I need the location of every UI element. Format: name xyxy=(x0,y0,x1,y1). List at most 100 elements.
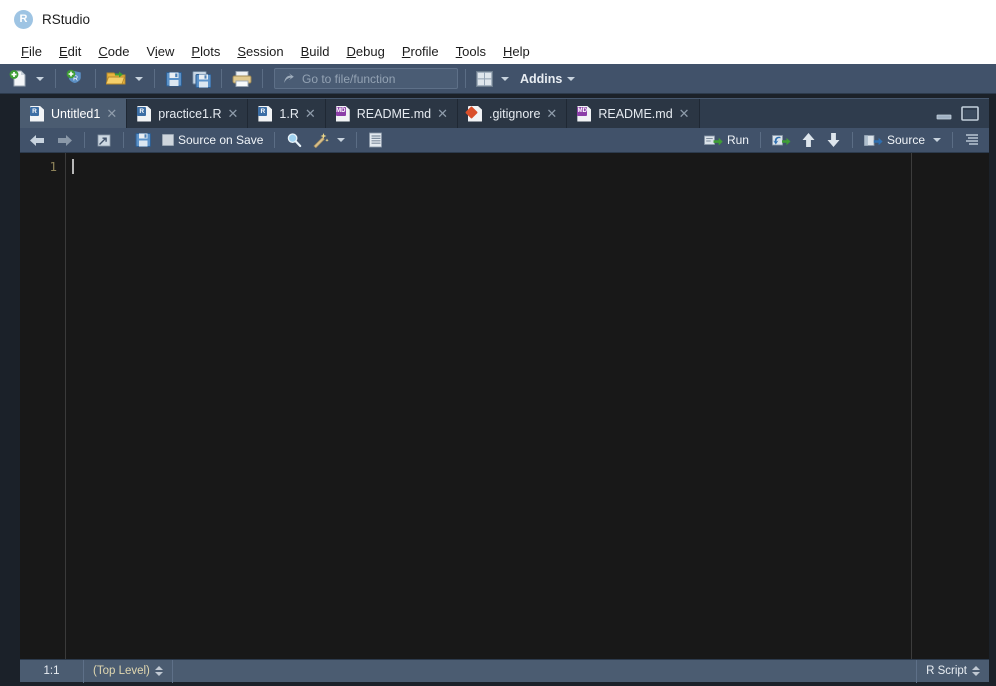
file-type-text: R Script xyxy=(926,665,967,677)
markdown-icon: MD xyxy=(336,106,350,122)
source-button[interactable]: Source xyxy=(860,130,929,151)
menu-file[interactable]: File xyxy=(13,42,51,61)
source-on-save-checkbox[interactable]: Source on Save xyxy=(158,130,267,151)
gitignore-icon xyxy=(468,106,482,122)
r-script-icon: R xyxy=(258,106,272,122)
code-tools-caret-icon[interactable] xyxy=(337,138,345,142)
maximize-pane-icon[interactable] xyxy=(961,106,979,121)
code-tools-button[interactable] xyxy=(308,130,333,151)
tab-close-icon[interactable]: ✕ xyxy=(437,107,448,120)
save-icon xyxy=(165,70,183,88)
editor-toolbar-divider xyxy=(84,132,85,148)
tab-label: .gitignore xyxy=(489,107,540,121)
editor-toolbar-divider xyxy=(274,132,275,148)
code-editor[interactable]: 1 xyxy=(20,153,989,659)
menu-tools[interactable]: Tools xyxy=(448,42,495,61)
compile-report-button[interactable] xyxy=(364,130,387,151)
forward-button[interactable] xyxy=(52,130,77,151)
workspace-panes-caret-icon[interactable] xyxy=(501,77,509,81)
scope-selector[interactable]: (Top Level) xyxy=(84,660,173,683)
line-number-gutter: 1 xyxy=(20,153,66,659)
menu-plots[interactable]: Plots xyxy=(183,42,229,61)
new-file-button[interactable] xyxy=(6,67,31,91)
forward-arrow-icon xyxy=(56,133,73,148)
code-text-area[interactable] xyxy=(66,153,989,659)
back-button[interactable] xyxy=(25,130,50,151)
menu-bar: File Edit Code View Plots Session Build … xyxy=(0,38,996,64)
open-file-button[interactable] xyxy=(103,67,130,91)
editor-tab-bar: R Untitled1 ✕ R practice1.R ✕ R 1.R ✕ xyxy=(20,99,989,128)
run-icon xyxy=(704,133,723,148)
find-magnifier-icon xyxy=(286,132,302,148)
editor-save-button[interactable] xyxy=(131,130,156,151)
next-chunk-button[interactable] xyxy=(822,130,845,151)
up-arrow-icon xyxy=(801,132,816,148)
back-arrow-icon xyxy=(29,133,46,148)
print-button[interactable] xyxy=(229,67,255,91)
source-caret-icon[interactable] xyxy=(933,138,941,142)
menu-help[interactable]: Help xyxy=(495,42,539,61)
margin-guide-line xyxy=(911,153,912,659)
tab-1-r[interactable]: R 1.R ✕ xyxy=(248,99,325,128)
window-title: RStudio xyxy=(42,12,90,27)
down-arrow-icon xyxy=(826,132,841,148)
menu-session[interactable]: Session xyxy=(229,42,292,61)
menu-code[interactable]: Code xyxy=(90,42,138,61)
minimize-pane-icon[interactable] xyxy=(936,107,952,121)
rerun-button[interactable] xyxy=(768,130,795,151)
document-outline-button[interactable] xyxy=(960,130,984,151)
goto-file-function-input[interactable]: Go to file/function xyxy=(274,68,458,89)
toolbar-divider xyxy=(262,69,263,88)
cursor-position-indicator[interactable]: 1:1 xyxy=(20,660,84,683)
print-icon xyxy=(232,70,252,88)
save-all-icon xyxy=(192,70,211,88)
rstudio-window: R RStudio File Edit Code View Plots Sess… xyxy=(0,0,996,686)
run-label: Run xyxy=(727,133,749,147)
tab-close-icon[interactable]: ✕ xyxy=(227,107,238,120)
toolbar-divider xyxy=(154,69,155,88)
editor-status-bar: 1:1 (Top Level) R Script xyxy=(20,659,989,682)
tab-practice1-r[interactable]: R practice1.R ✕ xyxy=(127,99,248,128)
open-file-caret-icon[interactable] xyxy=(135,77,143,81)
checkbox-box xyxy=(162,134,174,146)
tab-untitled1[interactable]: R Untitled1 ✕ xyxy=(20,99,127,128)
tab-gitignore[interactable]: .gitignore ✕ xyxy=(458,99,567,128)
r-script-icon: R xyxy=(30,106,44,122)
tab-close-icon[interactable]: ✕ xyxy=(305,107,316,120)
compile-report-icon xyxy=(368,132,383,148)
find-button[interactable] xyxy=(282,130,306,151)
menu-view[interactable]: View xyxy=(138,42,183,61)
source-icon xyxy=(864,133,883,148)
rerun-icon xyxy=(772,133,791,148)
file-type-selector[interactable]: R Script xyxy=(916,660,989,683)
toolbar-divider xyxy=(221,69,222,88)
tab-close-icon[interactable]: ✕ xyxy=(679,107,690,120)
editor-toolbar-divider xyxy=(760,132,761,148)
magic-wand-icon xyxy=(312,132,329,148)
line-number: 1 xyxy=(20,158,57,175)
workspace-panes-button[interactable] xyxy=(473,67,496,91)
menu-profile[interactable]: Profile xyxy=(394,42,448,61)
tab-readme-md-2[interactable]: MD README.md ✕ xyxy=(567,99,699,128)
save-all-button[interactable] xyxy=(189,67,214,91)
show-in-new-window-button[interactable] xyxy=(92,130,116,151)
workspace-panes-icon xyxy=(476,71,493,87)
goto-placeholder-text: Go to file/function xyxy=(302,72,395,86)
main-toolbar: R xyxy=(0,64,996,94)
tab-bar-filler xyxy=(700,99,936,128)
menu-debug[interactable]: Debug xyxy=(339,42,394,61)
run-button[interactable]: Run xyxy=(700,130,753,151)
tab-readme-md-1[interactable]: MD README.md ✕ xyxy=(326,99,458,128)
menu-build[interactable]: Build xyxy=(293,42,339,61)
tab-close-icon[interactable]: ✕ xyxy=(106,107,117,120)
menu-edit[interactable]: Edit xyxy=(51,42,90,61)
save-button[interactable] xyxy=(162,67,186,91)
new-project-button[interactable]: R xyxy=(63,67,88,91)
tab-close-icon[interactable]: ✕ xyxy=(546,107,557,120)
r-script-icon: R xyxy=(137,106,151,122)
addins-label[interactable]: Addins xyxy=(520,72,562,86)
addins-caret-icon[interactable] xyxy=(567,77,575,81)
status-bar-filler xyxy=(173,660,916,683)
new-file-caret-icon[interactable] xyxy=(36,77,44,81)
previous-chunk-button[interactable] xyxy=(797,130,820,151)
